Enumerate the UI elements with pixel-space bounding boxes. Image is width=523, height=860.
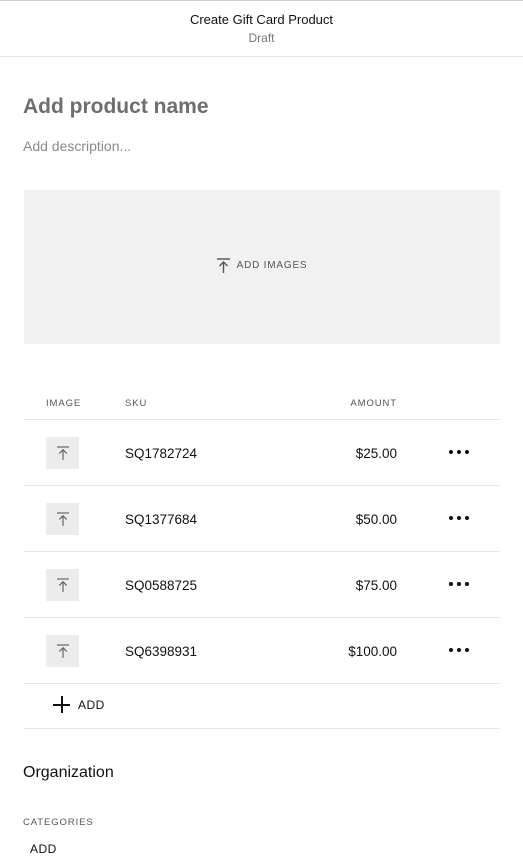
- add-category-button[interactable]: ADD: [30, 842, 57, 856]
- variation-sku: SQ1377684: [125, 512, 198, 527]
- add-variation-button[interactable]: ADD: [53, 696, 105, 713]
- upload-icon: [56, 512, 69, 526]
- row-more-options-button[interactable]: [442, 638, 476, 662]
- variation-amount: $100.00: [348, 644, 397, 659]
- page-header: Create Gift Card Product Draft: [0, 0, 523, 57]
- more-dot-icon: [457, 516, 461, 520]
- upload-icon: [56, 578, 69, 592]
- variation-sku: SQ0588725: [125, 578, 198, 593]
- variation-sku: SQ6398931: [125, 644, 198, 659]
- variation-image-upload-button[interactable]: [46, 503, 79, 535]
- more-dot-icon: [449, 582, 453, 586]
- more-dot-icon: [457, 450, 461, 454]
- more-dot-icon: [465, 450, 469, 454]
- add-images-button[interactable]: ADD IMAGES: [24, 258, 500, 273]
- variation-amount: $25.00: [355, 446, 397, 461]
- row-more-options-button[interactable]: [442, 440, 476, 464]
- add-variation-row: ADD: [24, 684, 500, 729]
- row-more-options-button[interactable]: [442, 506, 476, 530]
- variation-image-upload-button[interactable]: [46, 635, 79, 667]
- column-header-amount: AMOUNT: [350, 398, 397, 409]
- more-dot-icon: [465, 648, 469, 652]
- more-dot-icon: [465, 516, 469, 520]
- image-dropzone[interactable]: ADD IMAGES: [24, 190, 500, 344]
- more-dot-icon: [449, 450, 453, 454]
- more-dot-icon: [449, 648, 453, 652]
- more-dot-icon: [457, 582, 461, 586]
- plus-icon: [53, 696, 70, 713]
- upload-icon: [56, 446, 69, 460]
- variation-amount: $50.00: [355, 512, 397, 527]
- more-dot-icon: [449, 516, 453, 520]
- add-variation-label: ADD: [78, 697, 105, 712]
- table-row: SQ1377684 $50.00: [24, 486, 500, 552]
- page-title: Create Gift Card Product: [189, 12, 334, 27]
- column-header-sku: SKU: [125, 398, 148, 409]
- variation-image-upload-button[interactable]: [46, 437, 79, 469]
- product-description-input[interactable]: [23, 136, 493, 156]
- variation-amount: $75.00: [355, 578, 397, 593]
- product-name-input[interactable]: [23, 92, 493, 122]
- organization-heading: Organization: [23, 764, 114, 781]
- categories-label: CATEGORIES: [23, 817, 94, 828]
- status-label: Draft: [248, 31, 275, 45]
- variations-table: IMAGE SKU AMOUNT SQ1782724 $25.00 SQ1377…: [24, 384, 500, 729]
- table-row: SQ6398931 $100.00: [24, 618, 500, 684]
- more-dot-icon: [465, 582, 469, 586]
- variation-image-upload-button[interactable]: [46, 569, 79, 601]
- column-header-image: IMAGE: [46, 398, 82, 409]
- add-images-label: ADD IMAGES: [236, 260, 308, 271]
- more-dot-icon: [457, 648, 461, 652]
- row-more-options-button[interactable]: [442, 572, 476, 596]
- table-header: IMAGE SKU AMOUNT: [24, 384, 500, 420]
- table-row: SQ0588725 $75.00: [24, 552, 500, 618]
- upload-icon: [56, 644, 69, 658]
- variation-sku: SQ1782724: [125, 446, 198, 461]
- upload-icon: [216, 258, 230, 273]
- table-row: SQ1782724 $25.00: [24, 420, 500, 486]
